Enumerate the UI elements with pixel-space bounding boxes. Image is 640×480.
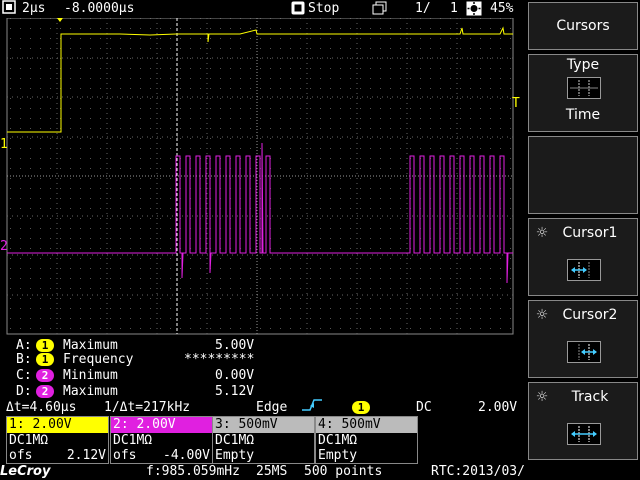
type-softkey[interactable]: Type Time — [528, 54, 638, 132]
measurement-panel: A: 1 Maximum 5.00V B: 1 Frequency ******… — [16, 338, 255, 399]
page-readout: 1/ — [415, 1, 431, 16]
channel2-settings[interactable]: 2: 2.00V DC1MΩ ofs -4.00V — [110, 416, 213, 464]
trigger-coupling: DC — [416, 400, 432, 415]
sample-rate: 25MS — [256, 464, 288, 479]
track-softkey[interactable]: ☼ Track — [528, 382, 638, 460]
channel4-settings[interactable]: 4: 500mV DC1MΩ Empty — [315, 416, 418, 464]
graticule — [6, 17, 514, 335]
trigger-level: 2.00V — [478, 400, 518, 415]
channel1-marker[interactable]: 1 — [0, 137, 8, 152]
frequency-counter: f:985.059mHz — [146, 464, 240, 479]
cursor2-icon — [567, 341, 601, 363]
channel2-marker[interactable]: 2 — [0, 239, 8, 254]
cursors-menu-title: Cursors — [528, 2, 638, 50]
delta-t-readout: Δt=4.60µs — [6, 400, 77, 415]
trigger-source-badge: 1 — [352, 401, 370, 414]
page-number: 1 — [450, 1, 458, 16]
channel-badge: 2 — [36, 385, 54, 398]
battery-percent: 45% — [490, 1, 514, 16]
inverse-delta-t-readout: 1/Δt=217kHz — [104, 400, 191, 415]
softkey-panel: Cursors Type Time ☼ Cursor1 ☼ Cursor2 ☼ … — [526, 0, 640, 480]
channel-settings-table: 1: 2.00V DC1MΩ ofs 2.12V 2: 2.00V DC1MΩ o… — [0, 416, 420, 464]
stop-run-icon[interactable] — [291, 1, 305, 19]
blank-softkey — [528, 136, 638, 214]
top-status-bar: 2µs -8.0000µs Stop 1/ 1 45% — [0, 0, 526, 18]
record-length: 500 points — [304, 464, 383, 479]
waveform-display[interactable] — [0, 17, 526, 336]
time-cursor-type-icon — [567, 77, 601, 99]
trigger-type: Edge — [256, 400, 288, 415]
cursor1-icon — [567, 259, 601, 281]
cursor2-softkey[interactable]: ☼ Cursor2 — [528, 300, 638, 378]
cursor1-softkey[interactable]: ☼ Cursor1 — [528, 218, 638, 296]
channel-badge: 1 — [36, 339, 54, 352]
track-cursors-icon — [567, 423, 601, 445]
cursor-trigger-status: Δt=4.60µs 1/Δt=217kHz Edge 1 DC 2.00V — [0, 398, 526, 416]
channel3-settings[interactable]: 3: 500mV DC1MΩ Empty — [212, 416, 315, 464]
rising-edge-icon — [300, 398, 324, 416]
channel-badge: 2 — [36, 369, 54, 382]
channel1-settings[interactable]: 1: 2.00V DC1MΩ ofs 2.12V — [6, 416, 109, 464]
run-state-label[interactable]: Stop — [308, 1, 339, 16]
channel-badge: 1 — [36, 353, 54, 366]
trigger-level-marker[interactable]: T — [512, 96, 520, 111]
delay-readout[interactable]: -8.0000µs — [64, 1, 134, 16]
brand-logo: LeCroy — [0, 464, 51, 479]
stop-square-icon — [2, 0, 18, 16]
timebase-readout[interactable]: 2µs — [22, 1, 45, 16]
